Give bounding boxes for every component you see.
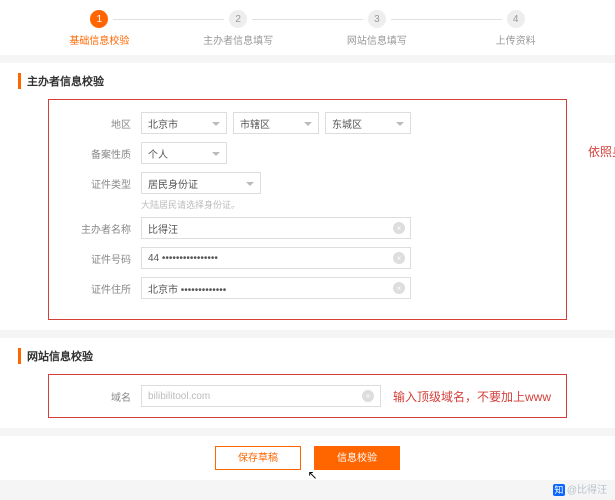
step-circle: 1: [90, 10, 108, 28]
watermark-text: @比得汪: [567, 485, 607, 496]
website-form: 域名 bilibilitool.com × 输入顶级域名，不要加上www: [48, 374, 567, 418]
addr-label: 证件住所: [63, 281, 131, 296]
section-organizer: 主办者信息校验 地区 北京市 市辖区 东城区 备案性质 个人 证件类型 居民身份…: [0, 63, 615, 330]
name-input[interactable]: [141, 217, 411, 239]
section-title: 主办者信息校验: [18, 73, 597, 89]
nature-select[interactable]: 个人: [141, 142, 227, 164]
step-3[interactable]: 3 网站信息填写: [308, 10, 447, 47]
watermark: 知@比得汪: [553, 481, 607, 496]
region-label: 地区: [63, 116, 131, 131]
footer-actions: 保存草稿 信息校验 ↖: [0, 436, 615, 480]
region-province-select[interactable]: 北京市: [141, 112, 227, 134]
annotation-line2: 依照身份证填写信息: [588, 140, 615, 164]
idno-input[interactable]: [141, 247, 411, 269]
step-label: 基础信息校验: [30, 32, 169, 47]
step-label: 网站信息填写: [308, 32, 447, 47]
section-website: 网站信息校验 域名 bilibilitool.com × 输入顶级域名，不要加上w…: [0, 338, 615, 428]
step-1[interactable]: 1 基础信息校验: [30, 10, 169, 47]
step-2[interactable]: 2 主办者信息填写: [169, 10, 308, 47]
name-label: 主办者名称: [63, 221, 131, 236]
idno-label: 证件号码: [63, 251, 131, 266]
idtype-label: 证件类型: [63, 176, 131, 191]
region-district-select[interactable]: 东城区: [325, 112, 411, 134]
step-circle: 2: [229, 10, 247, 28]
region-city-select[interactable]: 市辖区: [233, 112, 319, 134]
step-label: 上传资料: [446, 32, 585, 47]
clear-icon[interactable]: ×: [393, 222, 405, 234]
progress-steps: 1 基础信息校验 2 主办者信息填写 3 网站信息填写 4 上传资料: [0, 0, 615, 55]
idtype-select[interactable]: 居民身份证: [141, 172, 261, 194]
save-draft-button[interactable]: 保存草稿: [215, 446, 301, 470]
cursor-icon: ↖: [308, 468, 318, 482]
clear-icon[interactable]: ×: [393, 252, 405, 264]
addr-input[interactable]: [141, 277, 411, 299]
organizer-form: 地区 北京市 市辖区 东城区 备案性质 个人 证件类型 居民身份证 大陆居民请选…: [48, 99, 567, 320]
step-4[interactable]: 4 上传资料: [446, 10, 585, 47]
verify-button[interactable]: 信息校验: [314, 446, 400, 470]
step-circle: 3: [368, 10, 386, 28]
zhihu-icon: 知: [553, 484, 565, 496]
domain-label: 域名: [63, 389, 131, 404]
section-title: 网站信息校验: [18, 348, 597, 364]
domain-input[interactable]: bilibilitool.com ×: [141, 385, 381, 407]
step-circle: 4: [507, 10, 525, 28]
domain-placeholder: bilibilitool.com: [148, 391, 210, 402]
clear-icon[interactable]: ×: [362, 390, 374, 402]
idtype-hint: 大陆居民请选择身份证。: [141, 198, 552, 211]
nature-label: 备案性质: [63, 146, 131, 161]
step-label: 主办者信息填写: [169, 32, 308, 47]
annotation-domain: 输入顶级域名，不要加上www: [393, 388, 551, 405]
clear-icon[interactable]: ×: [393, 282, 405, 294]
